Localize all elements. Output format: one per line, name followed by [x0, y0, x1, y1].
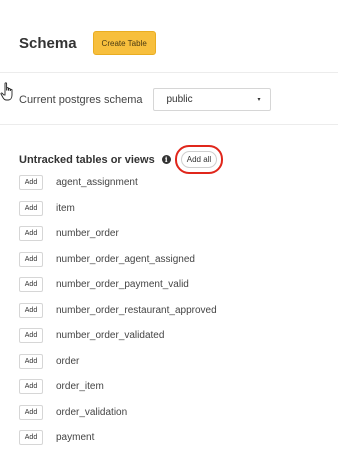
add-table-button[interactable]: Add — [19, 226, 43, 241]
add-table-button[interactable]: Add — [19, 277, 43, 292]
create-table-button[interactable]: Create Table — [92, 31, 156, 55]
schema-selector-row: Current postgres schema public ▾ — [19, 88, 271, 111]
list-item: Add number_order_restaurant_approved — [19, 302, 217, 318]
table-name: order — [56, 355, 80, 367]
list-item: Add order — [19, 353, 80, 369]
list-item: Add number_order_validated — [19, 328, 164, 343]
hand-cursor-icon — [0, 82, 13, 101]
schema-label: Current postgres schema — [19, 93, 143, 106]
info-icon[interactable]: i — [161, 155, 171, 164]
table-name: item — [56, 202, 75, 214]
table-name: agent_assignment — [56, 177, 138, 188]
table-name: payment — [56, 432, 95, 443]
table-name: number_order_restaurant_approved — [56, 304, 217, 316]
list-item: Add number_order — [19, 226, 119, 241]
untracked-section-header: Untracked tables or views i Add all — [19, 145, 224, 174]
list-item: Add order_validation — [19, 404, 128, 420]
add-table-button[interactable]: Add — [19, 404, 43, 420]
table-name: number_order_agent_assigned — [56, 253, 195, 265]
schema-select[interactable]: public ▾ — [152, 88, 271, 111]
divider — [0, 124, 338, 125]
schema-select-value: public — [166, 94, 193, 105]
add-table-button[interactable]: Add — [19, 175, 43, 190]
add-table-button[interactable]: Add — [19, 200, 43, 216]
list-item: Add number_order_payment_valid — [19, 277, 189, 292]
section-title: Untracked tables or views — [19, 153, 155, 166]
table-name: number_order — [56, 228, 119, 239]
divider — [0, 72, 338, 73]
add-table-button[interactable]: Add — [19, 379, 43, 394]
page-title: Schema — [19, 34, 77, 52]
schema-header: Schema Create Table — [19, 31, 156, 55]
add-table-button[interactable]: Add — [19, 328, 43, 343]
list-item: Add payment — [19, 430, 94, 445]
table-name: order_validation — [56, 406, 128, 418]
table-name: order_item — [56, 381, 104, 392]
chevron-down-icon: ▾ — [257, 97, 261, 103]
table-name: number_order_validated — [56, 330, 165, 341]
list-item: Add item — [19, 200, 75, 216]
list-item: Add order_item — [19, 379, 104, 394]
add-table-button[interactable]: Add — [19, 251, 43, 267]
add-table-button[interactable]: Add — [19, 353, 43, 369]
list-item: Add agent_assignment — [19, 175, 138, 190]
add-table-button[interactable]: Add — [19, 302, 43, 318]
highlight-circle: Add all — [174, 145, 224, 174]
add-all-button[interactable]: Add all — [180, 151, 218, 168]
add-table-button[interactable]: Add — [19, 430, 43, 445]
table-name: number_order_payment_valid — [56, 279, 189, 290]
list-item: Add number_order_agent_assigned — [19, 251, 195, 267]
